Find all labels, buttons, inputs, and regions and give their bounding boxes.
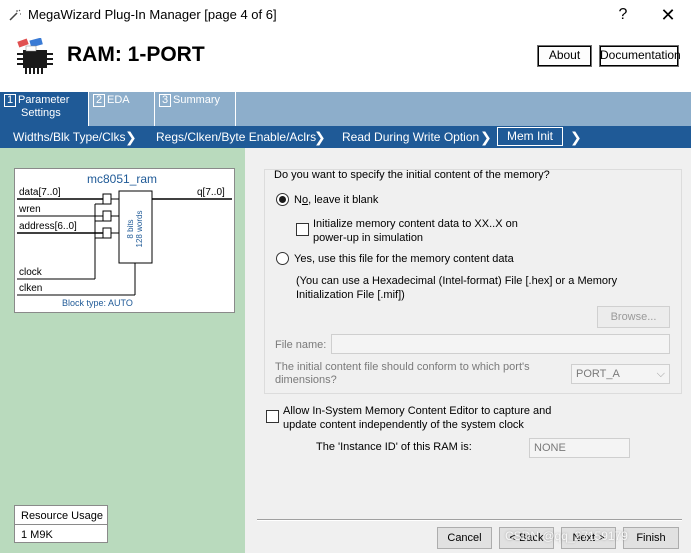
init-xx-label: Initialize memory content data to XX..X … <box>313 217 518 245</box>
tab-label-line2: Settings <box>21 107 61 119</box>
tab-number: 3 <box>159 94 171 107</box>
port-q: q[7..0] <box>197 187 225 198</box>
step-read-during-write[interactable]: Read During Write Option <box>342 126 479 148</box>
port-address: address[6..0] <box>19 221 77 232</box>
back-button[interactable]: < Back <box>499 527 554 549</box>
tab-label: EDA <box>107 94 130 106</box>
conform-line2: dimensions? <box>275 374 337 386</box>
wand-icon <box>8 8 22 22</box>
block-type: Block type: AUTO <box>62 298 133 308</box>
file-type-hint-line1: (You can use a Hexadecimal (Intel-format… <box>296 275 618 287</box>
step-widths[interactable]: Widths/Blk Type/Clks <box>13 126 125 148</box>
instance-id-label: The 'Instance ID' of this RAM is: <box>316 441 472 453</box>
finish-button[interactable]: Finish <box>623 527 679 549</box>
file-type-hint-line2: Initialization File [.mif]) <box>296 289 405 301</box>
browse-button[interactable]: Browse... <box>597 306 670 328</box>
radio-no-prefix: N <box>294 194 302 206</box>
symbol-preview-pane: mc8051_ram data[7..0] wren address[6..0]… <box>0 148 245 553</box>
port-data: data[7..0] <box>19 187 61 198</box>
documentation-button[interactable]: Documentation <box>599 45 681 67</box>
port-clken: clken <box>19 283 43 294</box>
tab-number: 2 <box>93 94 105 107</box>
step-bar: Widths/Blk Type/Clks ❯ Regs/Clken/Byte E… <box>0 126 691 148</box>
block-symbol: mc8051_ram data[7..0] wren address[6..0]… <box>14 168 235 313</box>
file-name-label: File name: <box>275 339 327 351</box>
port-clock: clock <box>19 267 42 278</box>
radio-no-suffix: , leave it blank <box>308 194 379 206</box>
chevron-right-icon: ❯ <box>125 129 137 145</box>
wizard-header: RAM: 1-PORT About Documentation <box>0 30 691 92</box>
chip-icon <box>14 37 58 78</box>
help-button[interactable]: ? <box>603 0 643 30</box>
title-bar: MegaWizard Plug-In Manager [page 4 of 6]… <box>0 0 691 30</box>
tab-label: Summary <box>173 94 221 106</box>
cancel-button[interactable]: Cancel <box>437 527 492 549</box>
instance-id-input[interactable]: NONE <box>529 438 630 458</box>
file-name-input[interactable] <box>331 334 670 354</box>
init-xx-checkbox[interactable] <box>296 223 309 236</box>
memory-label: 8 bits 128 words <box>119 192 151 262</box>
init-xx-line1: Initialize memory content data to XX..X … <box>313 218 518 230</box>
in-system-line2: update content independently of the syst… <box>283 419 524 431</box>
chevron-down-icon: ⌵ <box>656 368 665 380</box>
memory-bits: 8 bits <box>126 219 135 239</box>
page-title: RAM: 1-PORT <box>67 43 205 66</box>
tab-label: Parameter <box>18 94 70 106</box>
port-select-value: PORT_A <box>576 368 620 380</box>
init-xx-line2: power-up in simulation <box>313 232 424 244</box>
next-button[interactable]: Next > <box>561 527 616 549</box>
in-system-line1: Allow In-System Memory Content Editor to… <box>283 405 552 417</box>
resource-usage-value: 1 M9K <box>21 529 53 541</box>
tab-parameter-settings[interactable]: 1 Parameter Settings <box>0 92 88 126</box>
conform-line1: The initial content file should conform … <box>275 361 530 373</box>
tab-eda[interactable]: 2 EDA <box>88 92 154 126</box>
tab-number: 1 <box>4 94 16 107</box>
resource-usage-label: Resource Usage <box>21 510 103 522</box>
radio-no-label[interactable]: No, leave it blank <box>294 194 378 206</box>
in-system-editor-label[interactable]: Allow In-System Memory Content Editor to… <box>283 404 551 432</box>
tab-bar: 1 Parameter Settings 2 EDA 3 Summary <box>0 92 691 126</box>
port-select[interactable]: PORT_A ⌵ <box>571 364 670 384</box>
divider <box>15 524 107 525</box>
close-button[interactable]: ✕ <box>648 0 688 30</box>
options-pane: Do you want to specify the initial conte… <box>245 148 691 553</box>
resource-usage-box: Resource Usage 1 M9K <box>14 505 108 543</box>
chevron-right-icon: ❯ <box>314 129 326 145</box>
radio-no-leave-blank[interactable] <box>276 193 289 206</box>
step-regs[interactable]: Regs/Clken/Byte Enable/Aclrs <box>156 126 316 148</box>
radio-yes-use-file[interactable] <box>276 252 289 265</box>
radio-yes-label[interactable]: Yes, use this file for the memory conten… <box>294 253 514 265</box>
about-button[interactable]: About <box>537 45 592 67</box>
window-title: MegaWizard Plug-In Manager [page 4 of 6] <box>28 7 277 22</box>
in-system-editor-checkbox[interactable] <box>266 410 279 423</box>
file-type-hint: (You can use a Hexadecimal (Intel-format… <box>296 274 617 302</box>
step-mem-init[interactable]: Mem Init <box>497 127 563 146</box>
memory-words: 128 words <box>135 210 144 248</box>
chevron-right-icon: ❯ <box>480 129 492 145</box>
tab-summary[interactable]: 3 Summary <box>154 92 236 126</box>
conform-label: The initial content file should conform … <box>275 361 530 387</box>
chevron-right-icon: ❯ <box>570 129 582 145</box>
footer-divider <box>257 519 682 521</box>
port-wren: wren <box>19 204 41 215</box>
